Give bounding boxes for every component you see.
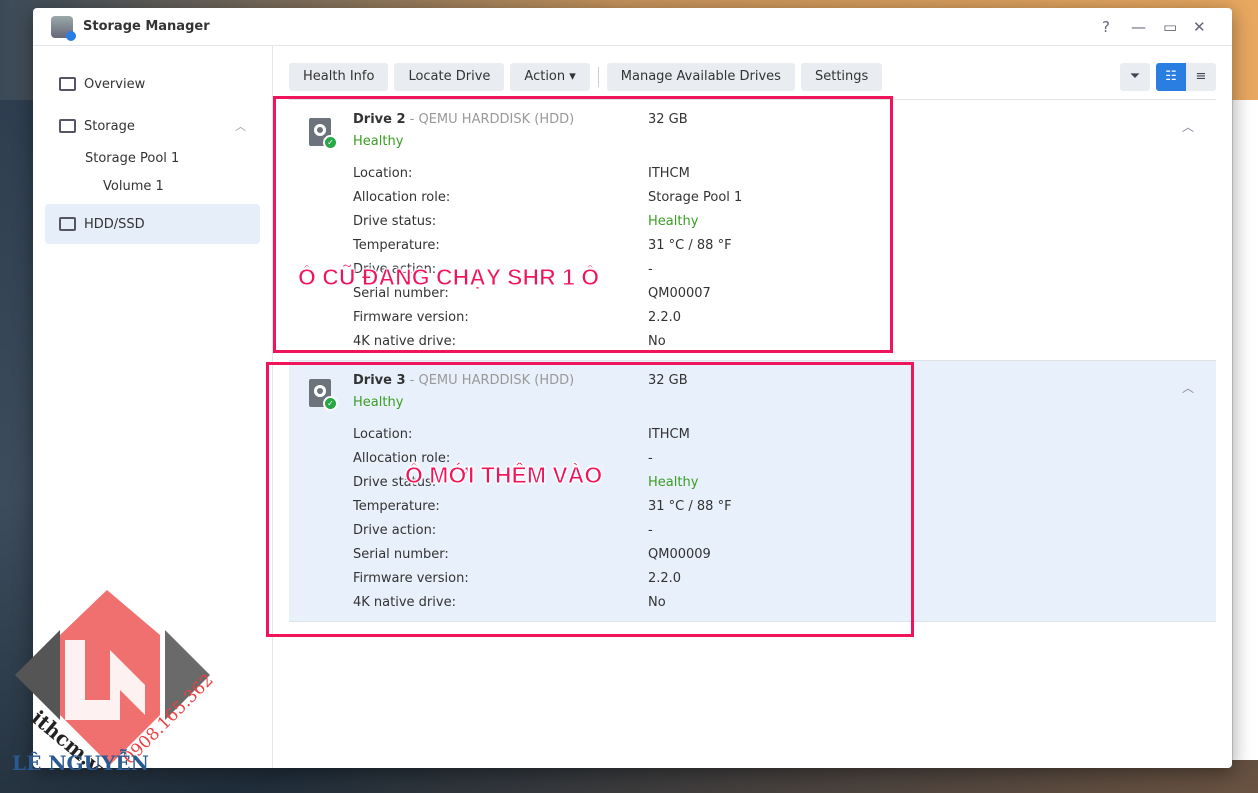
sidebar-item-overview[interactable]: Overview: [33, 66, 272, 102]
annotation-box-new-drive: [266, 362, 914, 637]
collapse-chevron-icon[interactable]: ︿: [1182, 118, 1194, 135]
hdd-icon: [59, 217, 76, 231]
watermark-logo: ithcm.vn 0908.165.362 LÊ NGUYỄN: [12, 590, 218, 770]
annotation-box-old-drive: [273, 96, 893, 353]
locate-drive-button[interactable]: Locate Drive: [394, 63, 505, 91]
sidebar-item-hdd-ssd[interactable]: HDD/SSD: [45, 204, 260, 244]
list-view-icon[interactable]: ≡: [1186, 63, 1216, 91]
sidebar-item-storage[interactable]: Storage ︿: [33, 108, 272, 144]
close-button[interactable]: ✕: [1193, 18, 1206, 36]
title-bar: Storage Manager ? — ▭ ✕: [33, 8, 1232, 46]
settings-button[interactable]: Settings: [800, 63, 883, 91]
detail-view-icon[interactable]: ☷: [1156, 63, 1186, 91]
overview-icon: [59, 77, 76, 91]
maximize-button[interactable]: ▭: [1163, 18, 1177, 36]
sidebar-item-storage-pool-1[interactable]: Storage Pool 1: [33, 144, 272, 172]
health-info-button[interactable]: Health Info: [289, 63, 389, 91]
collapse-chevron-icon[interactable]: ︿: [1182, 379, 1194, 396]
storage-manager-app-icon: [51, 15, 76, 41]
storage-icon: [59, 119, 76, 133]
filter-icon[interactable]: ⏷: [1120, 63, 1150, 91]
sidebar-item-volume-1[interactable]: Volume 1: [33, 172, 272, 200]
annotation-new-drive: Ổ MỚI THÊM VÀO: [404, 462, 603, 489]
sidebar-item-label: Overview: [84, 76, 146, 92]
manage-available-drives-button[interactable]: Manage Available Drives: [606, 63, 795, 91]
background-window: [1232, 100, 1258, 760]
window-title: Storage Manager: [83, 19, 210, 34]
svg-text:LÊ NGUYỄN: LÊ NGUYỄN: [12, 748, 149, 770]
sidebar-item-label: HDD/SSD: [84, 216, 145, 232]
sidebar-item-label: Storage Pool 1: [85, 150, 180, 166]
toolbar-divider: [597, 67, 599, 87]
chevron-up-icon[interactable]: ︿: [235, 118, 246, 134]
sidebar-item-label: Storage: [84, 118, 135, 134]
minimize-button[interactable]: —: [1131, 18, 1146, 36]
action-dropdown[interactable]: Action ▾: [510, 63, 590, 91]
annotation-old-drive: Ổ CŨ ĐANG CHẠY SHR 1 Ổ: [297, 264, 600, 291]
toolbar: Health Info Locate Drive Action ▾ Manage…: [289, 63, 1216, 91]
help-button[interactable]: ?: [1102, 18, 1110, 36]
sidebar-item-label: Volume 1: [103, 178, 164, 194]
